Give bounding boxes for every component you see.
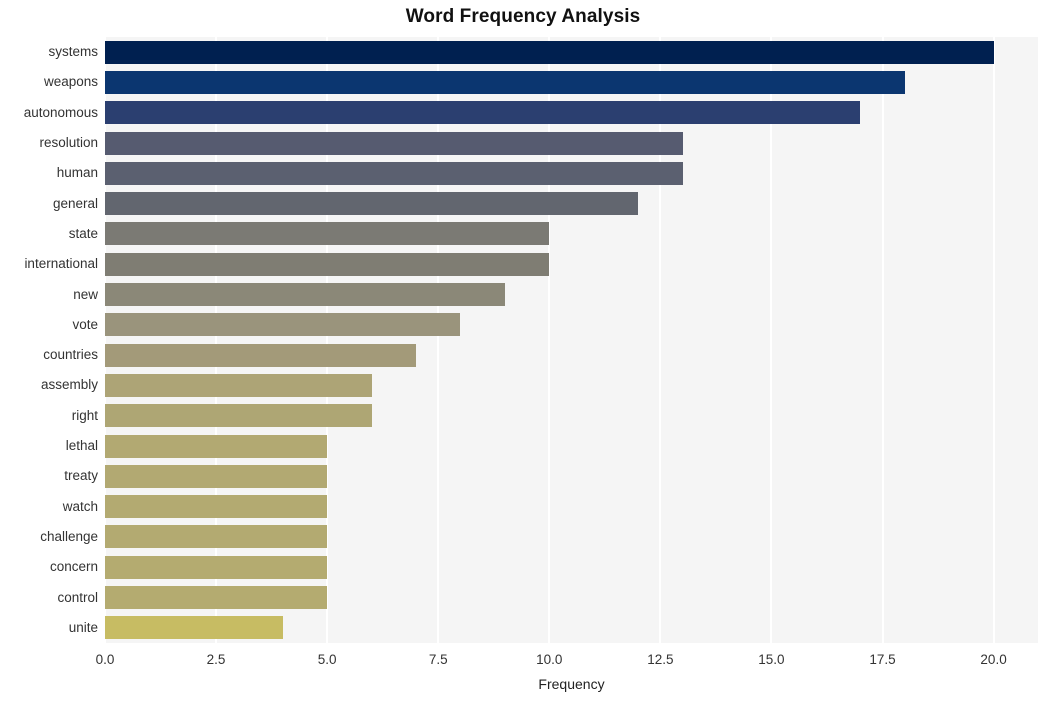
bar-control[interactable] [105,586,328,610]
y-tick-label-human: human [56,165,98,181]
x-tick-label-15.0: 15.0 [758,652,785,667]
x-axis-title: Frequency [538,676,605,692]
bar-autonomous[interactable] [105,101,861,125]
y-tick-label-control: control [57,589,98,605]
bar-assembly[interactable] [105,373,372,397]
y-tick-label-watch: watch [62,498,98,514]
word-frequency-chart-figure: Word Frequency Analysis systems weapons au… [0,0,1046,701]
bar-new[interactable] [105,283,505,307]
bars-container [105,37,1038,643]
x-tick-label-20.0: 20.0 [980,652,1007,667]
y-tick-label-international: international [24,256,98,272]
y-tick-label-resolution: resolution [39,135,98,151]
x-tick-label-12.5: 12.5 [647,652,674,667]
bar-watch[interactable] [105,495,328,519]
bar-systems[interactable] [105,40,994,64]
y-axis: systems weapons autonomous resolution human g… [0,37,98,643]
x-axis: Frequency 0.0 2.5 5.0 7.5 10.0 12.5 15.0 17.5 20… [0,643,1046,701]
bar-treaty[interactable] [105,464,328,488]
x-tick-label-17.5: 17.5 [869,652,896,667]
y-tick-label-challenge: challenge [40,528,98,544]
page-title: Word Frequency Analysis [405,6,641,27]
bar-vote[interactable] [105,313,461,337]
bar-international[interactable] [105,252,550,276]
y-tick-label-treaty: treaty [64,468,98,484]
y-tick-label-systems: systems [48,44,98,60]
y-tick-label-autonomous: autonomous [23,104,98,120]
y-tick-label-weapons: weapons [43,74,98,90]
y-tick-label-countries: countries [43,347,98,363]
y-tick-label-right: right [71,407,98,423]
y-tick-label-lethal: lethal [65,438,98,454]
plot-area [105,37,1038,643]
y-tick-label-concern: concern [49,559,98,575]
bar-unite[interactable] [105,616,283,640]
bar-general[interactable] [105,192,639,216]
y-tick-label-unite: unite [68,619,98,635]
x-tick-label-2.5: 2.5 [206,652,226,667]
bar-right[interactable] [105,404,372,428]
y-tick-label-assembly: assembly [40,377,98,393]
y-tick-label-new: new [73,286,98,302]
bar-weapons[interactable] [105,70,905,94]
x-tick-label-10.0: 10.0 [536,652,563,667]
y-tick-label-general: general [52,195,98,211]
bar-resolution[interactable] [105,131,683,155]
x-tick-label-5.0: 5.0 [317,652,337,667]
bar-concern[interactable] [105,555,328,579]
bar-state[interactable] [105,222,550,246]
bar-countries[interactable] [105,343,416,367]
y-tick-label-state: state [68,225,98,241]
y-tick-label-vote: vote [72,316,98,332]
bar-human[interactable] [105,161,683,185]
bar-lethal[interactable] [105,434,328,458]
x-tick-label-7.5: 7.5 [428,652,448,667]
x-tick-label-0.0: 0.0 [95,652,115,667]
bar-challenge[interactable] [105,525,328,549]
